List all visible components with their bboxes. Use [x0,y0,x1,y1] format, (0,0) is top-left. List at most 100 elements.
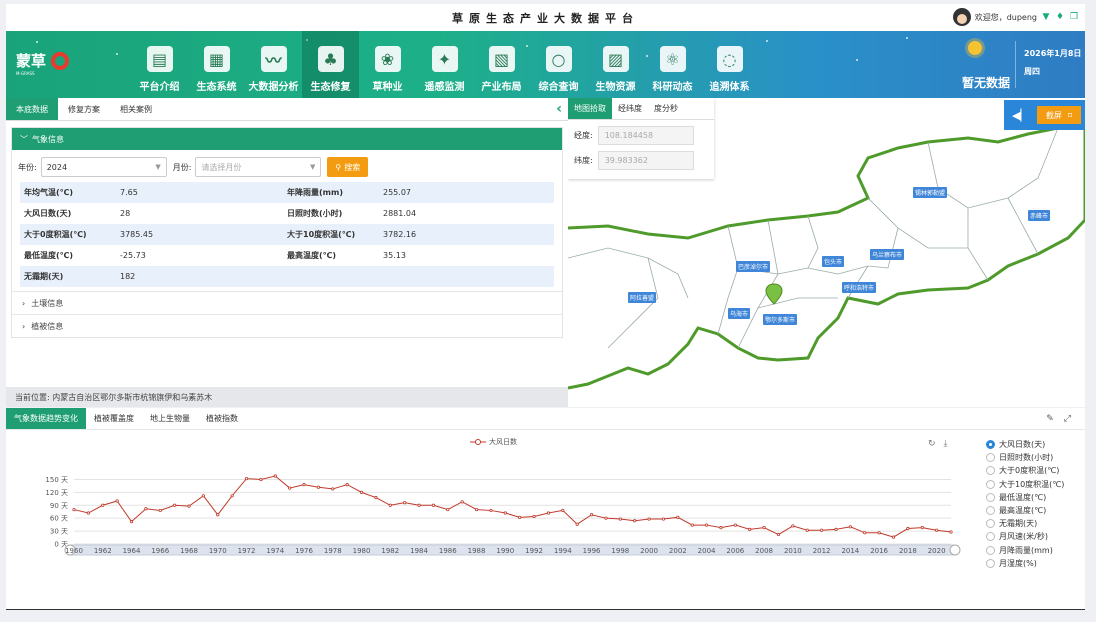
tab-lnglat[interactable]: 经纬度 [612,98,648,119]
data-point[interactable] [661,517,666,521]
data-point[interactable] [144,507,148,511]
data-point[interactable] [935,528,939,532]
city-label[interactable]: 鄂尔多斯市 [763,314,798,325]
data-point[interactable] [101,503,105,507]
data-point[interactable] [791,524,795,528]
data-point[interactable] [532,514,536,519]
data-point[interactable] [316,485,321,489]
nav-item-book[interactable]: ▤ 平台介绍 [131,31,188,98]
data-point[interactable] [949,530,953,534]
data-point[interactable] [704,523,709,527]
vegetation-info-toggle[interactable]: › 植被信息 [12,314,562,337]
city-label[interactable]: 乌兰察布市 [870,249,905,260]
shirt-icon[interactable]: ♦ [1055,12,1065,22]
nav-item-atom[interactable]: ⚛ 科研动态 [644,31,701,98]
data-point[interactable] [129,520,134,524]
tab-map-pick[interactable]: 地图拾取 [568,98,612,119]
city-label[interactable]: 呼和浩特市 [842,282,877,293]
data-point[interactable] [604,516,608,520]
city-label[interactable]: 阿拉善盟 [628,292,657,303]
data-point[interactable] [158,508,162,513]
avatar[interactable] [952,8,971,26]
collapse-left-icon[interactable]: ‹ [556,101,562,117]
data-point[interactable] [244,476,249,481]
screenshot-button[interactable]: 截屏 ⌑ [1036,106,1081,124]
data-point[interactable] [460,500,464,504]
data-point[interactable] [820,528,824,532]
edit-icon[interactable]: ✎ [1046,414,1054,424]
data-point[interactable] [273,474,277,478]
data-point[interactable] [805,528,809,532]
data-point[interactable] [359,490,364,494]
data-point[interactable] [647,517,651,521]
metric-radio[interactable]: 月风速(米/秒) [986,530,1064,543]
metric-radio[interactable]: 大于10度积温(℃) [986,478,1064,491]
data-point[interactable] [331,487,335,491]
download-icon[interactable]: ⤓ [944,439,948,449]
trend-line-chart[interactable]: 0 天30 天60 天90 天120 天150 天1960 1962 1964 196… [6,460,966,610]
nav-item-chart[interactable]: 〰大数据分析 [245,31,302,98]
data-point[interactable] [173,503,177,507]
tab-vegetation-index[interactable]: 植被指数 [198,408,246,429]
tab-aboveground-biomass[interactable]: 地上生物量 [142,408,198,429]
search-button[interactable]: ⚲ 搜索 [327,157,369,177]
data-point[interactable] [288,486,292,490]
data-point[interactable] [115,499,119,503]
data-point[interactable] [719,526,723,530]
data-point[interactable] [489,508,493,513]
nav-item-picture[interactable]: ▨ 生物资源 [587,31,644,98]
metric-radio[interactable]: 大于0度积温(℃) [986,464,1064,477]
metric-radio[interactable]: 最高温度(℃) [986,504,1064,517]
data-point[interactable] [72,507,76,512]
city-label[interactable]: 赤峰市 [1028,210,1051,221]
zoom-handle-right[interactable] [949,544,961,556]
data-point[interactable] [230,494,234,498]
data-point[interactable] [259,477,263,482]
metric-radio[interactable]: 最低温度(℃) [986,491,1064,504]
data-point[interactable] [589,513,594,517]
filter-icon[interactable]: ▼ [1041,12,1051,22]
metric-radio[interactable]: 月降雨量(mm) [986,544,1064,557]
data-point[interactable] [546,511,551,515]
tab-restoration-plan[interactable]: 修复方案 [58,98,110,120]
window-icon[interactable]: ❐ [1069,12,1079,22]
nav-item-sprout[interactable]: ❀ 草种业 [359,31,416,98]
data-point[interactable] [374,495,378,500]
fullscreen-icon[interactable]: ⤢ [1064,414,1071,424]
data-point[interactable] [762,526,766,530]
weather-card-header[interactable]: ﹀ 气象信息 [12,128,562,150]
city-label[interactable]: 锡林郭勒盟 [913,187,948,198]
data-point[interactable] [431,503,436,507]
metric-radio[interactable]: 月湿度(%) [986,557,1064,570]
data-point[interactable] [518,515,522,519]
data-point[interactable] [474,507,479,512]
nav-item-magnifier[interactable]: ○ 综合查询 [530,31,587,98]
lat-field[interactable]: 39.983362 [597,151,694,170]
data-point[interactable] [906,526,910,531]
nav-item-cycle[interactable]: ◌ 追溯体系 [701,31,758,98]
lng-field[interactable]: 108.184458 [597,126,694,145]
map-view[interactable]: 锡林郭勒盟 赤峰市 乌兰察布市 包头市 巴彦淖尔市 呼和浩特市 阿拉善盟 乌海市… [568,98,1085,407]
data-point[interactable] [733,523,737,527]
data-point[interactable] [417,503,421,507]
nav-item-grassland[interactable]: ▦ 生态系统 [188,31,245,98]
data-point[interactable] [503,511,507,515]
data-point[interactable] [748,527,752,531]
data-point[interactable] [848,525,852,529]
data-point[interactable] [345,483,349,487]
nav-item-tree[interactable]: ♣ 生态修复 [302,31,359,98]
data-point[interactable] [676,515,680,519]
city-label[interactable]: 乌海市 [728,308,751,319]
data-point[interactable] [86,511,90,515]
data-point[interactable] [403,501,407,505]
chart-legend[interactable]: 大风日数 [470,437,517,447]
metric-radio[interactable]: 无霜期(天) [986,517,1064,530]
tab-dms[interactable]: 度分秒 [648,98,684,119]
month-select[interactable]: 请选择月份 ▼ [195,157,322,177]
data-point[interactable] [187,504,191,508]
city-label[interactable]: 包头市 [822,256,845,267]
restore-icon[interactable]: ↻ [928,439,936,449]
data-point[interactable] [446,507,450,512]
metric-radio[interactable]: 日照时数(小时) [986,451,1064,464]
nav-item-satellite[interactable]: ✦ 遥感监测 [416,31,473,98]
